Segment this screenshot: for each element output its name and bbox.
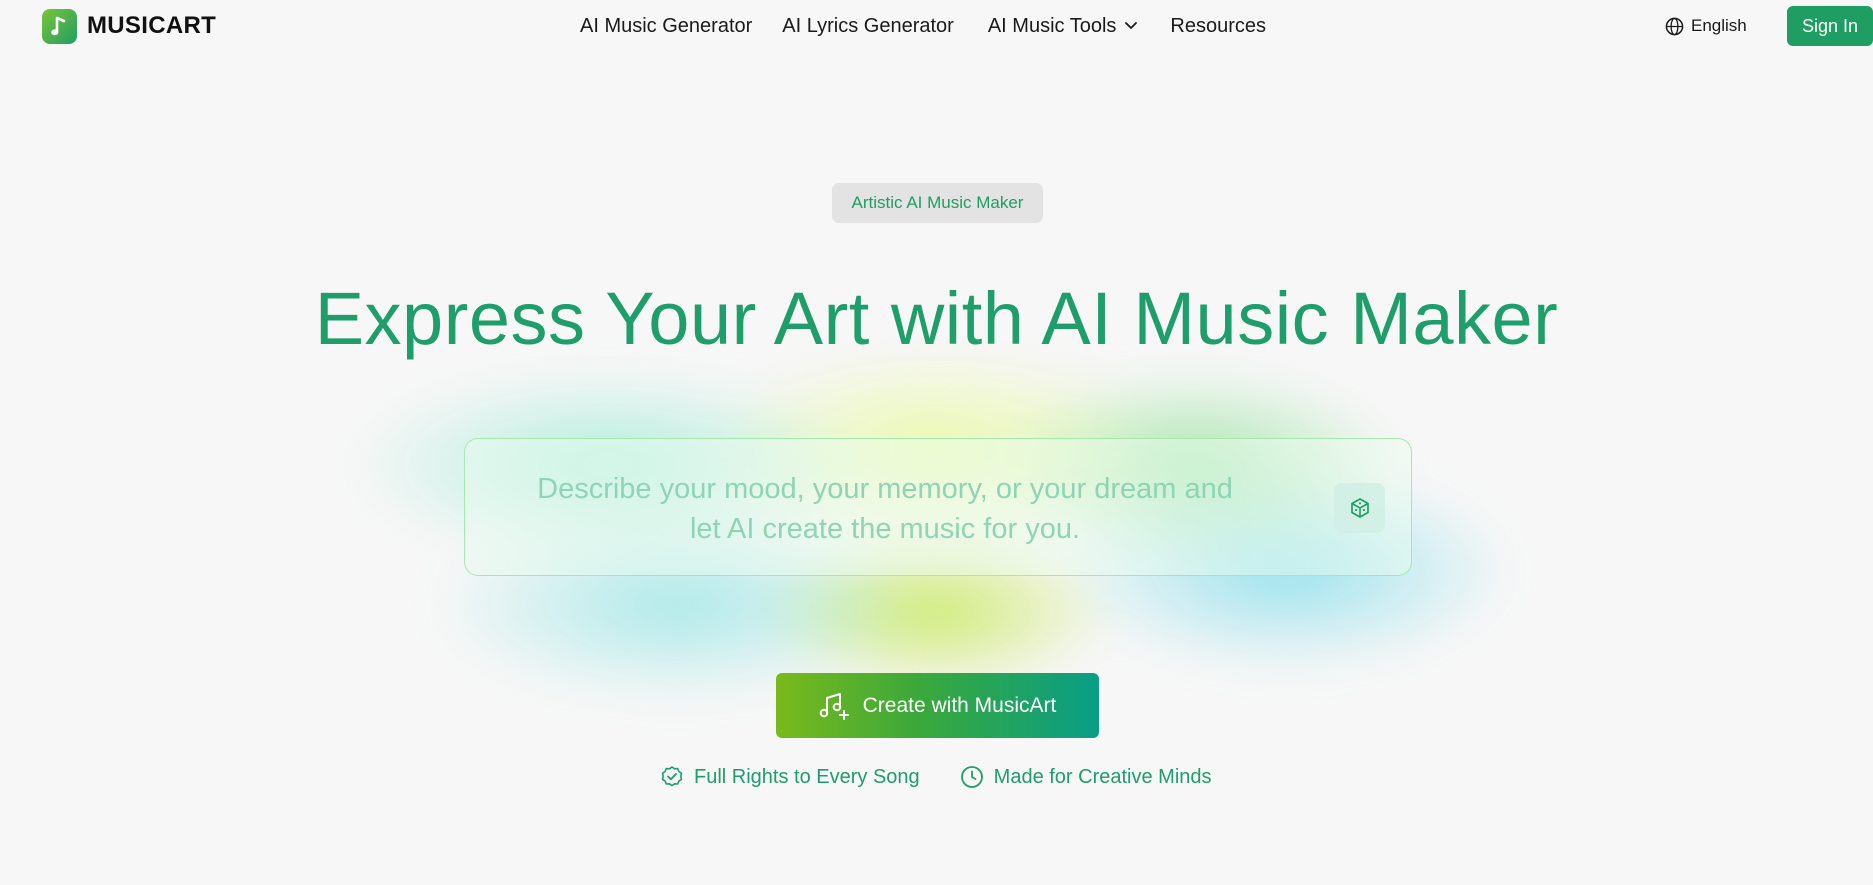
chevron-down-icon: [1125, 22, 1138, 29]
nav-resources[interactable]: Resources: [1170, 15, 1266, 38]
nav-ai-music-tools-label: AI Music Tools: [987, 14, 1117, 37]
clock-icon: [960, 766, 983, 788]
language-selector[interactable]: English: [1665, 14, 1747, 38]
nav-ai-music-generator[interactable]: AI Music Generator: [580, 15, 752, 38]
dice-icon: [1350, 498, 1369, 518]
music-note-logo-icon: [42, 8, 77, 44]
nav-ai-music-tools[interactable]: AI Music Tools: [988, 15, 1139, 38]
feature-full-rights-label: Full Rights to Every Song: [694, 765, 920, 788]
hero-badge: Artistic AI Music Maker: [832, 183, 1043, 223]
badge-check-icon: [661, 766, 683, 787]
create-with-musicart-button[interactable]: Create with MusicArt: [776, 673, 1099, 738]
language-label: English: [1691, 16, 1747, 35]
page: MUSICART AI Music Generator AI Lyrics Ge…: [0, 0, 1873, 885]
site-header: MUSICART AI Music Generator AI Lyrics Ge…: [0, 0, 1873, 52]
prompt-placeholder: Describe your mood, your memory, or your…: [537, 473, 1233, 545]
nav-ai-lyrics-generator[interactable]: AI Lyrics Generator: [782, 15, 954, 38]
globe-icon: [1665, 17, 1684, 35]
main-nav: AI Music Generator AI Lyrics Generator A…: [580, 12, 1266, 40]
random-prompt-button[interactable]: [1334, 483, 1385, 533]
prompt-input[interactable]: Describe your mood, your memory, or your…: [464, 438, 1412, 576]
feature-full-rights: Full Rights to Every Song: [660, 765, 920, 789]
feature-list: Full Rights to Every Song Made for Creat…: [660, 763, 1212, 791]
feature-creative-minds: Made for Creative Minds: [960, 765, 1212, 789]
sign-in-button[interactable]: Sign In: [1787, 6, 1873, 46]
logo-text: MUSICART: [87, 12, 217, 39]
feature-creative-minds-label: Made for Creative Minds: [993, 765, 1212, 788]
logo-link[interactable]: MUSICART: [42, 8, 216, 44]
music-plus-icon: [819, 692, 849, 720]
hero-headline: Express Your Art with AI Music Maker: [314, 277, 1559, 360]
create-button-label: Create with MusicArt: [862, 693, 1057, 717]
